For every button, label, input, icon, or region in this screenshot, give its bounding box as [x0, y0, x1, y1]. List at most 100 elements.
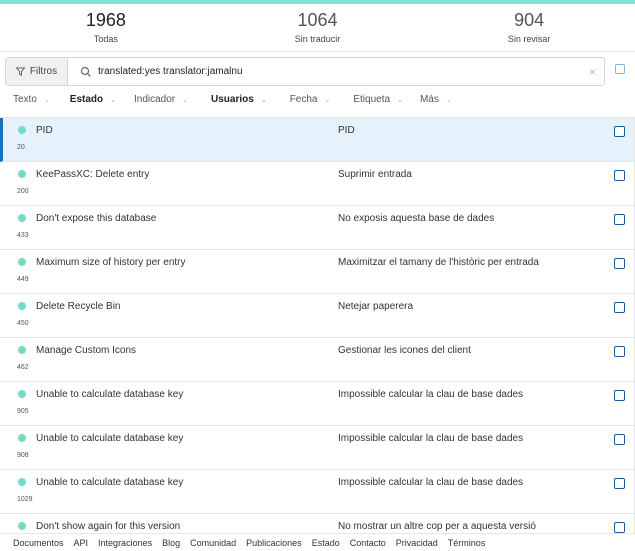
row-checkbox[interactable]	[614, 346, 625, 357]
list-item[interactable]: Don't expose this database 433 No exposis …	[0, 206, 635, 250]
footer-link[interactable]: Publicaciones	[246, 538, 302, 548]
status-dot-icon	[18, 434, 26, 442]
stat-all-count: 1968	[85, 10, 126, 30]
chevron-down-icon: ⌄	[324, 96, 331, 104]
filter-icon	[15, 67, 25, 76]
footer-link[interactable]: Comunidad	[190, 538, 236, 548]
chevron-down-icon: ⌄	[182, 96, 189, 104]
search-icon	[80, 66, 91, 77]
list-item[interactable]: Delete Recycle Bin 450 Netejar paperera	[0, 294, 635, 338]
filter-bar: Filtros ×	[5, 57, 605, 86]
row-checkbox[interactable]	[614, 390, 625, 401]
filters-button-label: Filtros	[29, 66, 58, 77]
footer-link[interactable]: Integraciones	[98, 538, 152, 548]
list-item[interactable]: Don't show again for this version No most…	[0, 514, 635, 533]
sort-bar: Texto ⌄ Estado ⌄ Indicador ⌄ Usuarios ⌄ Fecha ⌄ Et…	[13, 94, 452, 105]
status-dot-icon	[18, 258, 26, 266]
stat-untranslated-count: 1064	[297, 10, 338, 30]
source-text: Unable to calculate database key	[36, 477, 184, 488]
source-text: Maximum size of history per entry	[36, 257, 186, 268]
string-id: 908	[17, 452, 29, 459]
string-id: 200	[17, 188, 29, 195]
translation-text: Impossible calcular la clau de base dade…	[338, 477, 524, 488]
footer-link[interactable]: API	[74, 538, 89, 548]
row-checkbox[interactable]	[614, 478, 625, 489]
translation-text: Maximitzar el tamany de l'històric per e…	[338, 257, 539, 268]
string-id: 905	[17, 408, 29, 415]
row-checkbox[interactable]	[614, 434, 625, 445]
footer-link[interactable]: Blog	[162, 538, 180, 548]
sort-label: Más	[419, 94, 439, 105]
sort-indicador[interactable]: Indicador ⌄	[134, 94, 188, 105]
source-text: Unable to calculate database key	[36, 433, 184, 444]
footer-link[interactable]: Estado	[312, 538, 340, 548]
translation-text: Suprimir entrada	[338, 169, 412, 180]
sort-mas[interactable]: Más ⌄	[420, 94, 452, 105]
list-item[interactable]: Unable to calculate database key 905 Impos…	[0, 382, 635, 426]
string-id: 449	[17, 276, 29, 283]
row-checkbox[interactable]	[614, 258, 625, 269]
translation-text: Netejar paperera	[338, 301, 414, 312]
footer-link[interactable]: Privacidad	[396, 538, 438, 548]
list-item[interactable]: PID 20 PID	[0, 118, 635, 162]
row-checkbox[interactable]	[614, 126, 625, 137]
sort-texto[interactable]: Texto ⌄	[13, 94, 50, 105]
footer-link[interactable]: Documentos	[13, 538, 64, 548]
translation-text: Gestionar les icones del client	[338, 345, 471, 356]
row-checkbox[interactable]	[614, 302, 625, 313]
status-dot-icon	[18, 346, 26, 354]
search-input[interactable]	[98, 66, 589, 77]
stat-unreviewed-count: 904	[514, 10, 545, 30]
sort-label: Estado	[69, 94, 104, 105]
footer-link[interactable]: Términos	[448, 538, 486, 548]
stat-untranslated-label: Sin traducir	[294, 34, 341, 44]
string-id: 462	[17, 364, 29, 371]
chevron-down-icon: ⌄	[397, 96, 403, 104]
sort-usuarios[interactable]: Usuarios ⌄	[211, 94, 267, 105]
string-id: 1029	[17, 496, 33, 503]
string-id: 20	[17, 144, 25, 151]
sort-fecha[interactable]: Fecha ⌄	[290, 94, 331, 105]
sort-label: Etiqueta	[353, 94, 391, 105]
chevron-down-icon: ⌄	[260, 96, 267, 104]
list-item[interactable]: Maximum size of history per entry 449 Maxi…	[0, 250, 635, 294]
list-item[interactable]: KeePassXC: Delete entry 200 Suprimir entra…	[0, 162, 635, 206]
row-checkbox[interactable]	[614, 170, 625, 181]
filters-button[interactable]: Filtros	[6, 58, 68, 85]
list-item[interactable]: Unable to calculate database key 1029 Impo…	[0, 470, 635, 514]
string-id: 433	[17, 232, 29, 239]
stats-bar: 1968 Todas 1064 Sin traducir 904 Sin rev…	[0, 4, 635, 52]
status-dot-icon	[18, 302, 26, 310]
list-item[interactable]: Manage Custom Icons 462 Gestionar les icon…	[0, 338, 635, 382]
footer-links: Documentos API Integraciones Blog Comunidad P…	[0, 533, 635, 551]
status-dot-icon	[18, 126, 26, 134]
sort-label: Fecha	[289, 94, 318, 105]
list-item[interactable]: Unable to calculate database key 908 Impos…	[0, 426, 635, 470]
stat-all[interactable]: 1968 Todas	[0, 4, 212, 51]
row-checkbox[interactable]	[614, 522, 625, 533]
chevron-down-icon: ⌄	[445, 96, 452, 104]
translation-text: PID	[338, 125, 355, 136]
sort-etiqueta[interactable]: Etiqueta ⌄	[353, 94, 403, 105]
chevron-down-icon: ⌄	[110, 96, 116, 104]
stat-untranslated[interactable]: 1064 Sin traducir	[212, 4, 424, 51]
sort-label: Indicador	[134, 94, 176, 105]
source-text: Don't show again for this version	[36, 521, 181, 532]
translation-text: No exposis aquesta base de dades	[338, 213, 495, 224]
status-dot-icon	[18, 170, 26, 178]
select-all-checkbox[interactable]	[615, 64, 625, 74]
source-text: Manage Custom Icons	[36, 345, 137, 356]
clear-icon[interactable]: ×	[589, 65, 596, 79]
source-text: Don't expose this database	[36, 213, 157, 224]
footer-link[interactable]: Contacto	[350, 538, 386, 548]
translation-text: Impossible calcular la clau de base dade…	[338, 389, 524, 400]
status-dot-icon	[18, 214, 26, 222]
source-text: KeePassXC: Delete entry	[36, 169, 150, 180]
source-text: Delete Recycle Bin	[36, 301, 121, 312]
sort-label: Texto	[13, 94, 37, 105]
row-checkbox[interactable]	[614, 214, 625, 225]
sort-estado[interactable]: Estado ⌄	[70, 94, 116, 105]
stat-unreviewed[interactable]: 904 Sin revisar	[423, 4, 635, 51]
string-id: 450	[17, 320, 29, 327]
translation-text: Impossible calcular la clau de base dade…	[338, 433, 524, 444]
